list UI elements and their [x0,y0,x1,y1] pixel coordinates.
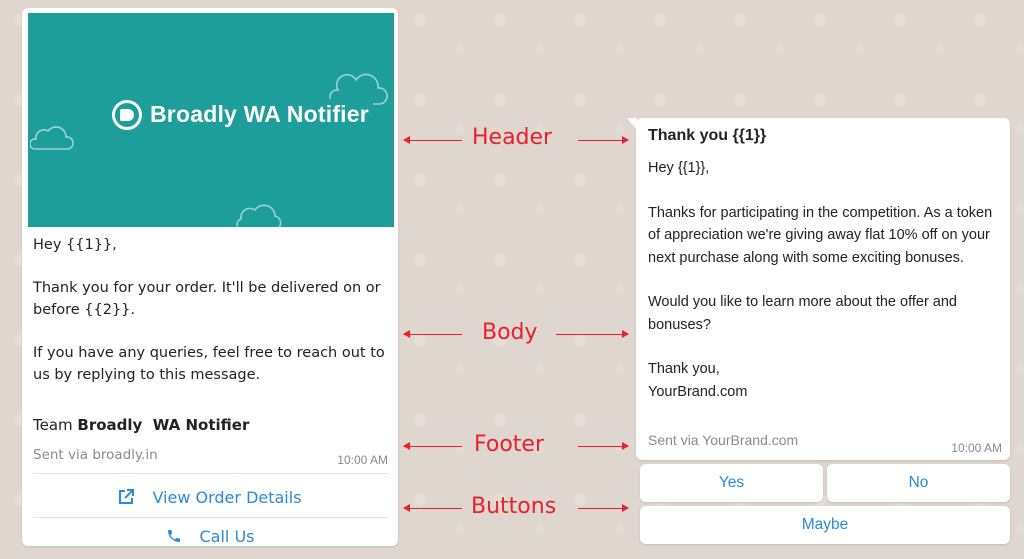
arrow-left [403,504,462,512]
body-paragraph: Thanks for participating in the competit… [648,204,993,266]
body-paragraph: Thank you for your order. It'll be deliv… [33,280,381,318]
greeting-text: Hey {{1}}, [648,160,710,176]
button-label: Yes [718,474,745,491]
body-paragraph: Would you like to learn more about the o… [648,294,957,333]
no-button[interactable]: No [827,464,1010,502]
message-time: 10:00 AM [337,453,388,467]
right-message-card: Thank you {{1}} Hey {{1}}, Thanks for pa… [627,118,1010,460]
arrow-left [403,330,462,338]
team-name: Broadly WA Notifier [77,416,250,434]
footer-label: Footer [474,432,544,457]
arrow-left [403,136,462,144]
button-label: Maybe [801,516,849,533]
signoff-line: Thank you, [648,361,720,377]
message-body: Hey {{1}}, Thank you for your order. It'… [33,234,388,407]
body-label: Body [482,320,538,345]
message-body: Hey {{1}}, Thanks for participating in t… [648,157,1000,403]
phone-icon [166,528,182,544]
buttons-label: Buttons [471,494,557,519]
arrow-right [578,504,629,512]
message-footer: Sent via YourBrand.com [648,432,799,448]
message-title: Thank you {{1}} [648,127,767,144]
button-label: Call Us [199,526,255,546]
brand-name: Broadly WA Notifier [146,99,373,130]
cloud-icon [30,126,74,150]
message-footer: Sent via broadly.in [33,447,158,463]
greeting-text: Hey {{1}}, [33,237,117,253]
arrow-right [556,330,629,338]
cloud-icon [236,204,282,227]
maybe-button[interactable]: Maybe [640,506,1010,544]
call-us-button[interactable]: Call Us [22,518,398,546]
button-label: No [908,474,929,491]
team-prefix: Team [33,416,78,434]
arrow-right [578,442,629,450]
button-label: View Order Details [152,487,302,507]
megaphone-icon [112,99,142,130]
divider [33,473,388,474]
arrow-left [403,442,462,450]
view-order-details-button[interactable]: View Order Details [22,478,398,516]
team-signature: Team Broadly WA Notifier [33,416,249,434]
left-message-card: Broadly WA Notifier Hey {{1}}, Thank you… [22,8,398,546]
header-image: Broadly WA Notifier [28,13,394,227]
external-link-icon [118,489,135,505]
message-time: 10:00 AM [951,441,1002,455]
arrow-right [578,136,629,144]
signoff-line: YourBrand.com [648,383,748,400]
brand-logo: Broadly WA Notifier [112,99,373,130]
header-label: Header [472,125,553,150]
yes-button[interactable]: Yes [640,464,823,502]
body-paragraph: If you have any queries, feel free to re… [33,345,385,383]
